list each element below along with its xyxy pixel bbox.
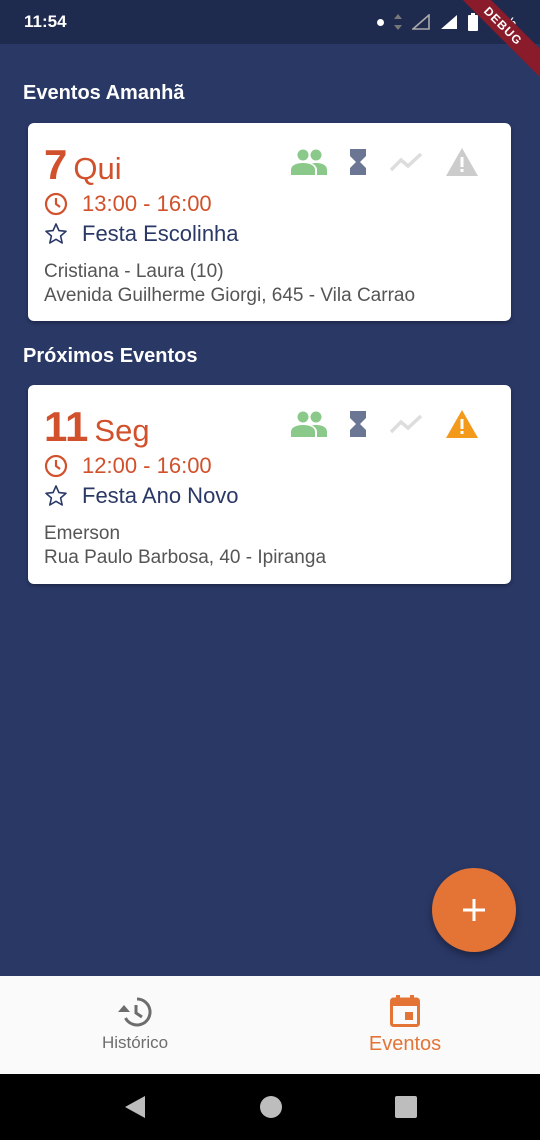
calendar-icon — [390, 994, 420, 1027]
event-status-icons — [291, 409, 479, 439]
people-icon — [291, 149, 327, 175]
status-time: 11:54 — [24, 12, 67, 31]
notification-dot-icon — [376, 18, 384, 26]
bottom-navigation: Histórico Eventos — [0, 976, 540, 1074]
section-title-upcoming: Próximos Eventos — [23, 345, 198, 367]
clock-icon — [44, 454, 68, 478]
status-bar: 11:54 77% — [0, 0, 540, 44]
event-status-icons — [291, 147, 479, 177]
people-icon — [291, 411, 327, 437]
event-day: 11 — [44, 403, 89, 450]
event-time: 12:00 - 16:00 — [82, 453, 212, 478]
back-icon[interactable] — [123, 1094, 147, 1120]
nav-history-label: Histórico — [101, 1033, 169, 1052]
warning-icon — [446, 410, 478, 438]
event-time: 13:00 - 16:00 — [82, 191, 212, 216]
clock-icon — [44, 192, 68, 216]
recents-icon[interactable] — [395, 1096, 417, 1118]
event-time-row: 13:00 - 16:00 — [44, 191, 212, 217]
event-weekday: Seg — [94, 413, 150, 448]
star-icon — [45, 485, 67, 506]
event-name: Festa Ano Novo — [82, 483, 239, 508]
event-card[interactable]: 7 Qui 13:00 - 16:00 Festa Escolinha Cris… — [28, 123, 511, 321]
add-icon — [463, 899, 485, 921]
system-navigation-bar — [0, 1074, 540, 1140]
battery-icon — [467, 13, 478, 31]
event-name-row: Festa Ano Novo — [44, 483, 239, 509]
add-event-button[interactable] — [432, 868, 516, 952]
event-name: Festa Escolinha — [82, 221, 239, 246]
star-icon — [45, 223, 67, 244]
event-people: Emerson — [44, 523, 121, 544]
event-people: Cristiana - Laura (10) — [44, 261, 224, 282]
data-arrows-icon — [393, 14, 402, 30]
trending-icon — [389, 152, 423, 172]
nav-events[interactable]: Eventos — [270, 976, 540, 1074]
signal-icon — [440, 15, 457, 29]
signal-empty-icon — [411, 14, 430, 30]
warning-icon — [446, 148, 478, 176]
hourglass-icon — [350, 149, 366, 175]
event-name-row: Festa Escolinha — [44, 221, 239, 247]
event-date: 7 Qui — [44, 141, 122, 189]
nav-events-label: Eventos — [368, 1032, 442, 1055]
event-time-row: 12:00 - 16:00 — [44, 453, 212, 479]
hourglass-icon — [350, 411, 366, 437]
event-day: 7 — [44, 141, 68, 188]
event-date: 11 Seg — [44, 403, 150, 451]
event-address: Rua Paulo Barbosa, 40 - Ipiranga — [44, 547, 327, 568]
trending-icon — [389, 414, 423, 434]
event-address: Avenida Guilherme Giorgi, 645 - Vila Car… — [44, 285, 416, 306]
history-icon — [118, 997, 152, 1027]
event-weekday: Qui — [73, 151, 122, 186]
nav-history[interactable]: Histórico — [0, 976, 270, 1074]
section-title-tomorrow: Eventos Amanhã — [23, 82, 185, 104]
event-card[interactable]: 11 Seg 12:00 - 16:00 Festa Ano Novo Emer… — [28, 385, 511, 584]
home-icon[interactable] — [259, 1095, 283, 1119]
